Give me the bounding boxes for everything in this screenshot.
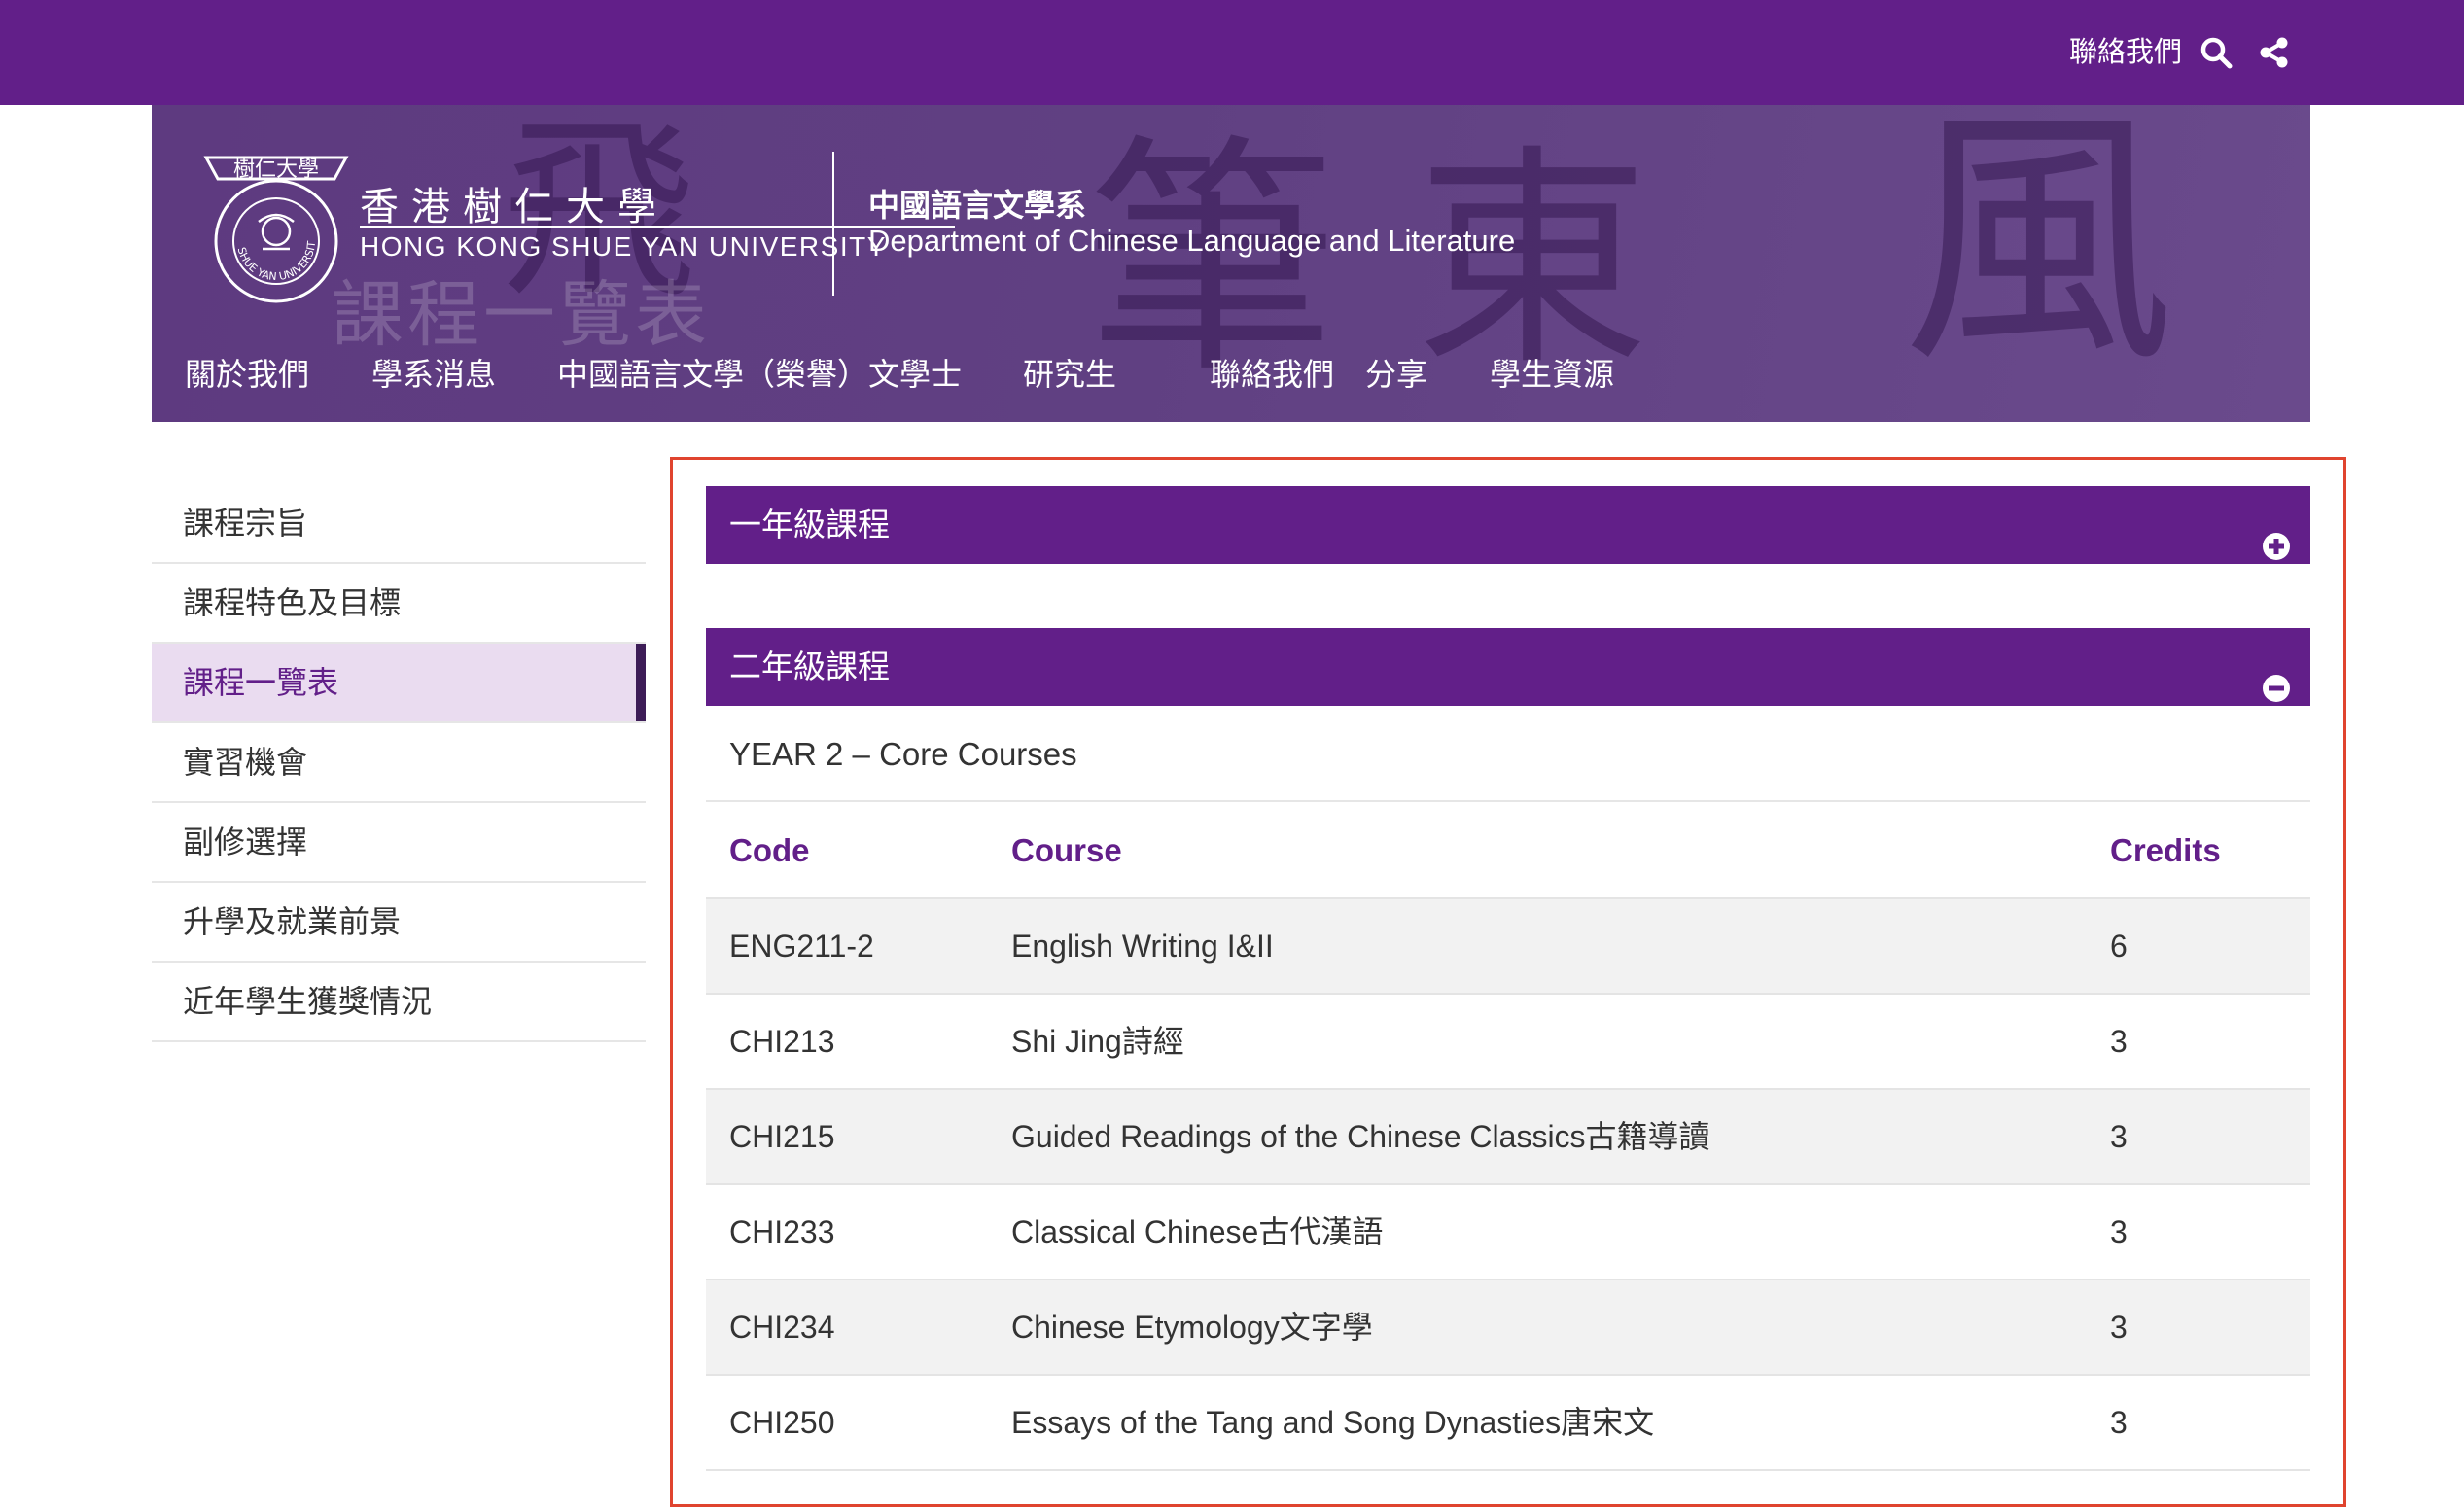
university-logo[interactable]: 樹仁大學 SHUE YAN UNIVERSITY <box>194 142 354 307</box>
course-credits: 3 <box>2110 1214 2128 1249</box>
accordion-year1-label: 一年級課程 <box>729 507 890 543</box>
sidebar-item-awards[interactable]: 近年學生獲獎情況 <box>152 963 646 1042</box>
calligraphy-decoration: 筆 <box>1085 114 1338 407</box>
course-name: English Writing I&II <box>1011 929 1274 964</box>
table-row: CHI233 Classical Chinese古代漢語 3 <box>706 1185 2310 1280</box>
sidebar-item-internship[interactable]: 實習機會 <box>152 723 646 803</box>
top-bar: 聯絡我們 <box>0 0 2464 105</box>
course-credits: 3 <box>2110 1405 2128 1440</box>
course-name: Chinese Etymology文字學 <box>1011 1310 1373 1345</box>
course-code: ENG211-2 <box>729 929 874 964</box>
course-code: CHI234 <box>729 1310 835 1345</box>
sidebar-item-course-list[interactable]: 課程一覽表 <box>152 644 646 723</box>
course-name: Guided Readings of the Chinese Classics古… <box>1011 1119 1710 1154</box>
course-name: Shi Jing詩經 <box>1011 1024 1184 1059</box>
university-name-en: HONG KONG SHUE YAN UNIVERSITY <box>360 231 887 262</box>
nav-item-about[interactable]: 關於我們 <box>185 350 309 395</box>
sidebar-item-prospects[interactable]: 升學及就業前景 <box>152 883 646 963</box>
nav-item-student-resources[interactable]: 學生資源 <box>1490 350 1614 395</box>
course-code: CHI233 <box>729 1214 835 1249</box>
course-credits: 3 <box>2110 1119 2128 1154</box>
accordion-year2-label: 二年級課程 <box>729 648 890 684</box>
nav-item-share[interactable]: 分享 <box>1365 350 1427 395</box>
table-row: CHI213 Shi Jing詩經 3 <box>706 995 2310 1090</box>
accordion-year1-header[interactable]: 一年級課程 <box>706 486 2310 564</box>
table-row: ENG211-2 English Writing I&II 6 <box>706 899 2310 995</box>
page-heading: 課程一覽表 <box>332 273 711 357</box>
university-name-zh: 香港樹仁大學 <box>360 185 669 229</box>
sidebar-item-aims[interactable]: 課程宗旨 <box>152 484 646 564</box>
sidebar-item-minor[interactable]: 副修選擇 <box>152 803 646 883</box>
course-name: Classical Chinese古代漢語 <box>1011 1214 1384 1249</box>
share-icon[interactable] <box>2256 35 2291 70</box>
header-divider <box>832 152 834 296</box>
column-header-code: Code <box>729 832 810 868</box>
calligraphy-decoration: 風 <box>1902 105 2174 400</box>
department-name-en: Department of Chinese Language and Liter… <box>868 224 1516 258</box>
course-code: CHI250 <box>729 1405 835 1440</box>
calligraphy-decoration: 東 <box>1416 124 1650 397</box>
nav-item-programme[interactable]: 中國語言文學（榮譽）文學士 <box>557 350 962 395</box>
course-code: CHI215 <box>729 1119 835 1154</box>
accordion-year2-header[interactable]: 二年級課程 <box>706 628 2310 706</box>
column-header-course: Course <box>1011 832 1122 868</box>
svg-text:樹仁大學: 樹仁大學 <box>233 158 319 182</box>
table-header-row: Code Course Credits <box>706 804 2310 899</box>
logo-underline <box>360 226 955 228</box>
minus-circle-icon[interactable] <box>2262 653 2291 702</box>
course-name: Essays of the Tang and Song Dynasties唐宋文 <box>1011 1405 1655 1440</box>
column-header-credits: Credits <box>2110 832 2221 868</box>
nav-item-news[interactable]: 學系消息 <box>371 350 496 395</box>
course-credits: 3 <box>2110 1310 2128 1345</box>
nav-item-postgraduate[interactable]: 研究生 <box>1023 350 1116 395</box>
sidebar-menu: 課程宗旨 課程特色及目標 課程一覽表 實習機會 副修選擇 升學及就業前景 近年學… <box>152 484 646 1042</box>
top-contact-link[interactable]: 聯絡我們 <box>2069 31 2182 74</box>
table-row: CHI250 Essays of the Tang and Song Dynas… <box>706 1376 2310 1471</box>
table-row: CHI234 Chinese Etymology文字學 3 <box>706 1280 2310 1376</box>
course-credits: 6 <box>2110 929 2128 964</box>
year2-section-title: YEAR 2 – Core Courses <box>706 707 2310 802</box>
site-header: 飛 筆 東 風 課程一覽表 樹仁大學 SHUE YAN UNIVERSITY 香… <box>152 105 2310 422</box>
search-icon[interactable] <box>2199 35 2234 70</box>
department-name-zh: 中國語言文學系 <box>868 188 1087 223</box>
course-code: CHI213 <box>729 1024 835 1059</box>
table-row: CHI215 Guided Readings of the Chinese Cl… <box>706 1090 2310 1185</box>
course-credits: 3 <box>2110 1024 2128 1059</box>
nav-item-contact[interactable]: 聯絡我們 <box>1210 350 1334 395</box>
plus-circle-icon[interactable] <box>2262 511 2291 560</box>
sidebar-item-features[interactable]: 課程特色及目標 <box>152 564 646 644</box>
course-table: Code Course Credits ENG211-2 English Wri… <box>706 804 2310 1471</box>
